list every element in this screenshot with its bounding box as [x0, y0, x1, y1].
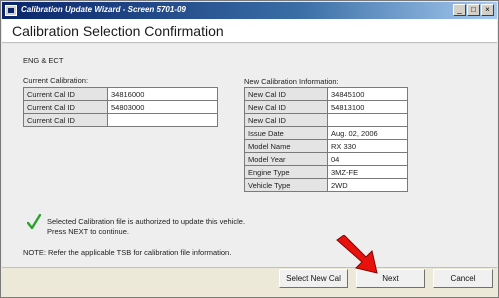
app-icon — [5, 5, 17, 16]
row-key: Current Cal ID — [23, 100, 108, 114]
title-bar: Calibration Update Wizard - Screen 5701-… — [2, 2, 497, 19]
system-label: ENG & ECT — [23, 56, 64, 65]
row-value: 54813100 — [327, 100, 408, 114]
page-title: Calibration Selection Confirmation — [12, 23, 224, 39]
red-arrow-icon — [336, 235, 378, 274]
table-row: New Cal ID — [244, 113, 408, 127]
message-line-1: Selected Calibration file is authorized … — [47, 217, 246, 226]
row-value: 34816000 — [107, 87, 218, 101]
row-key: Vehicle Type — [244, 178, 328, 192]
table-row: Model Name RX 330 — [244, 139, 408, 153]
table-row: Current Cal ID 54803000 — [23, 100, 218, 114]
page-header: Calibration Selection Confirmation — [2, 19, 497, 43]
row-value: 04 — [327, 152, 408, 166]
table-row: New Cal ID 54813100 — [244, 100, 408, 114]
current-calibration-table: Current Cal ID 34816000 Current Cal ID 5… — [23, 87, 218, 127]
checkmark-icon — [27, 214, 41, 230]
row-key: Model Name — [244, 139, 328, 153]
row-key: Issue Date — [244, 126, 328, 140]
row-value: 54803000 — [107, 100, 218, 114]
minimize-button[interactable]: _ — [453, 4, 466, 16]
row-value: 3MZ-FE — [327, 165, 408, 179]
table-row: Current Cal ID 34816000 — [23, 87, 218, 101]
table-row: Issue Date Aug. 02, 2006 — [244, 126, 408, 140]
row-key: Model Year — [244, 152, 328, 166]
row-key: Current Cal ID — [23, 87, 108, 101]
content-area: ENG & ECT Current Calibration: Current C… — [2, 44, 497, 267]
wizard-window: Calibration Update Wizard - Screen 5701-… — [0, 0, 499, 298]
new-calibration-table: New Cal ID 34845100 New Cal ID 54813100 … — [244, 87, 408, 192]
tsb-note: NOTE: Refer the applicable TSB for calib… — [23, 248, 232, 257]
maximize-button[interactable]: □ — [467, 4, 480, 16]
table-row: New Cal ID 34845100 — [244, 87, 408, 101]
table-row: Model Year 04 — [244, 152, 408, 166]
cancel-button[interactable]: Cancel — [433, 269, 493, 288]
row-key: Engine Type — [244, 165, 328, 179]
new-calibration-label: New Calibration Information: — [244, 77, 339, 86]
table-row: Current Cal ID — [23, 113, 218, 127]
message-line-2: Press NEXT to continue. — [47, 227, 129, 236]
row-key: New Cal ID — [244, 113, 328, 127]
row-value: RX 330 — [327, 139, 408, 153]
window-title: Calibration Update Wizard - Screen 5701-… — [21, 5, 186, 14]
row-value: 34845100 — [327, 87, 408, 101]
row-value: Aug. 02, 2006 — [327, 126, 408, 140]
table-row: Engine Type 3MZ-FE — [244, 165, 408, 179]
row-key: Current Cal ID — [23, 113, 108, 127]
row-value — [327, 113, 408, 127]
row-value: 2WD — [327, 178, 408, 192]
close-button[interactable]: × — [481, 4, 494, 16]
row-key: New Cal ID — [244, 100, 328, 114]
table-row: Vehicle Type 2WD — [244, 178, 408, 192]
button-bar: Select New Cal Next Cancel — [2, 267, 497, 297]
row-value — [107, 113, 218, 127]
current-calibration-label: Current Calibration: — [23, 76, 89, 85]
row-key: New Cal ID — [244, 87, 328, 101]
